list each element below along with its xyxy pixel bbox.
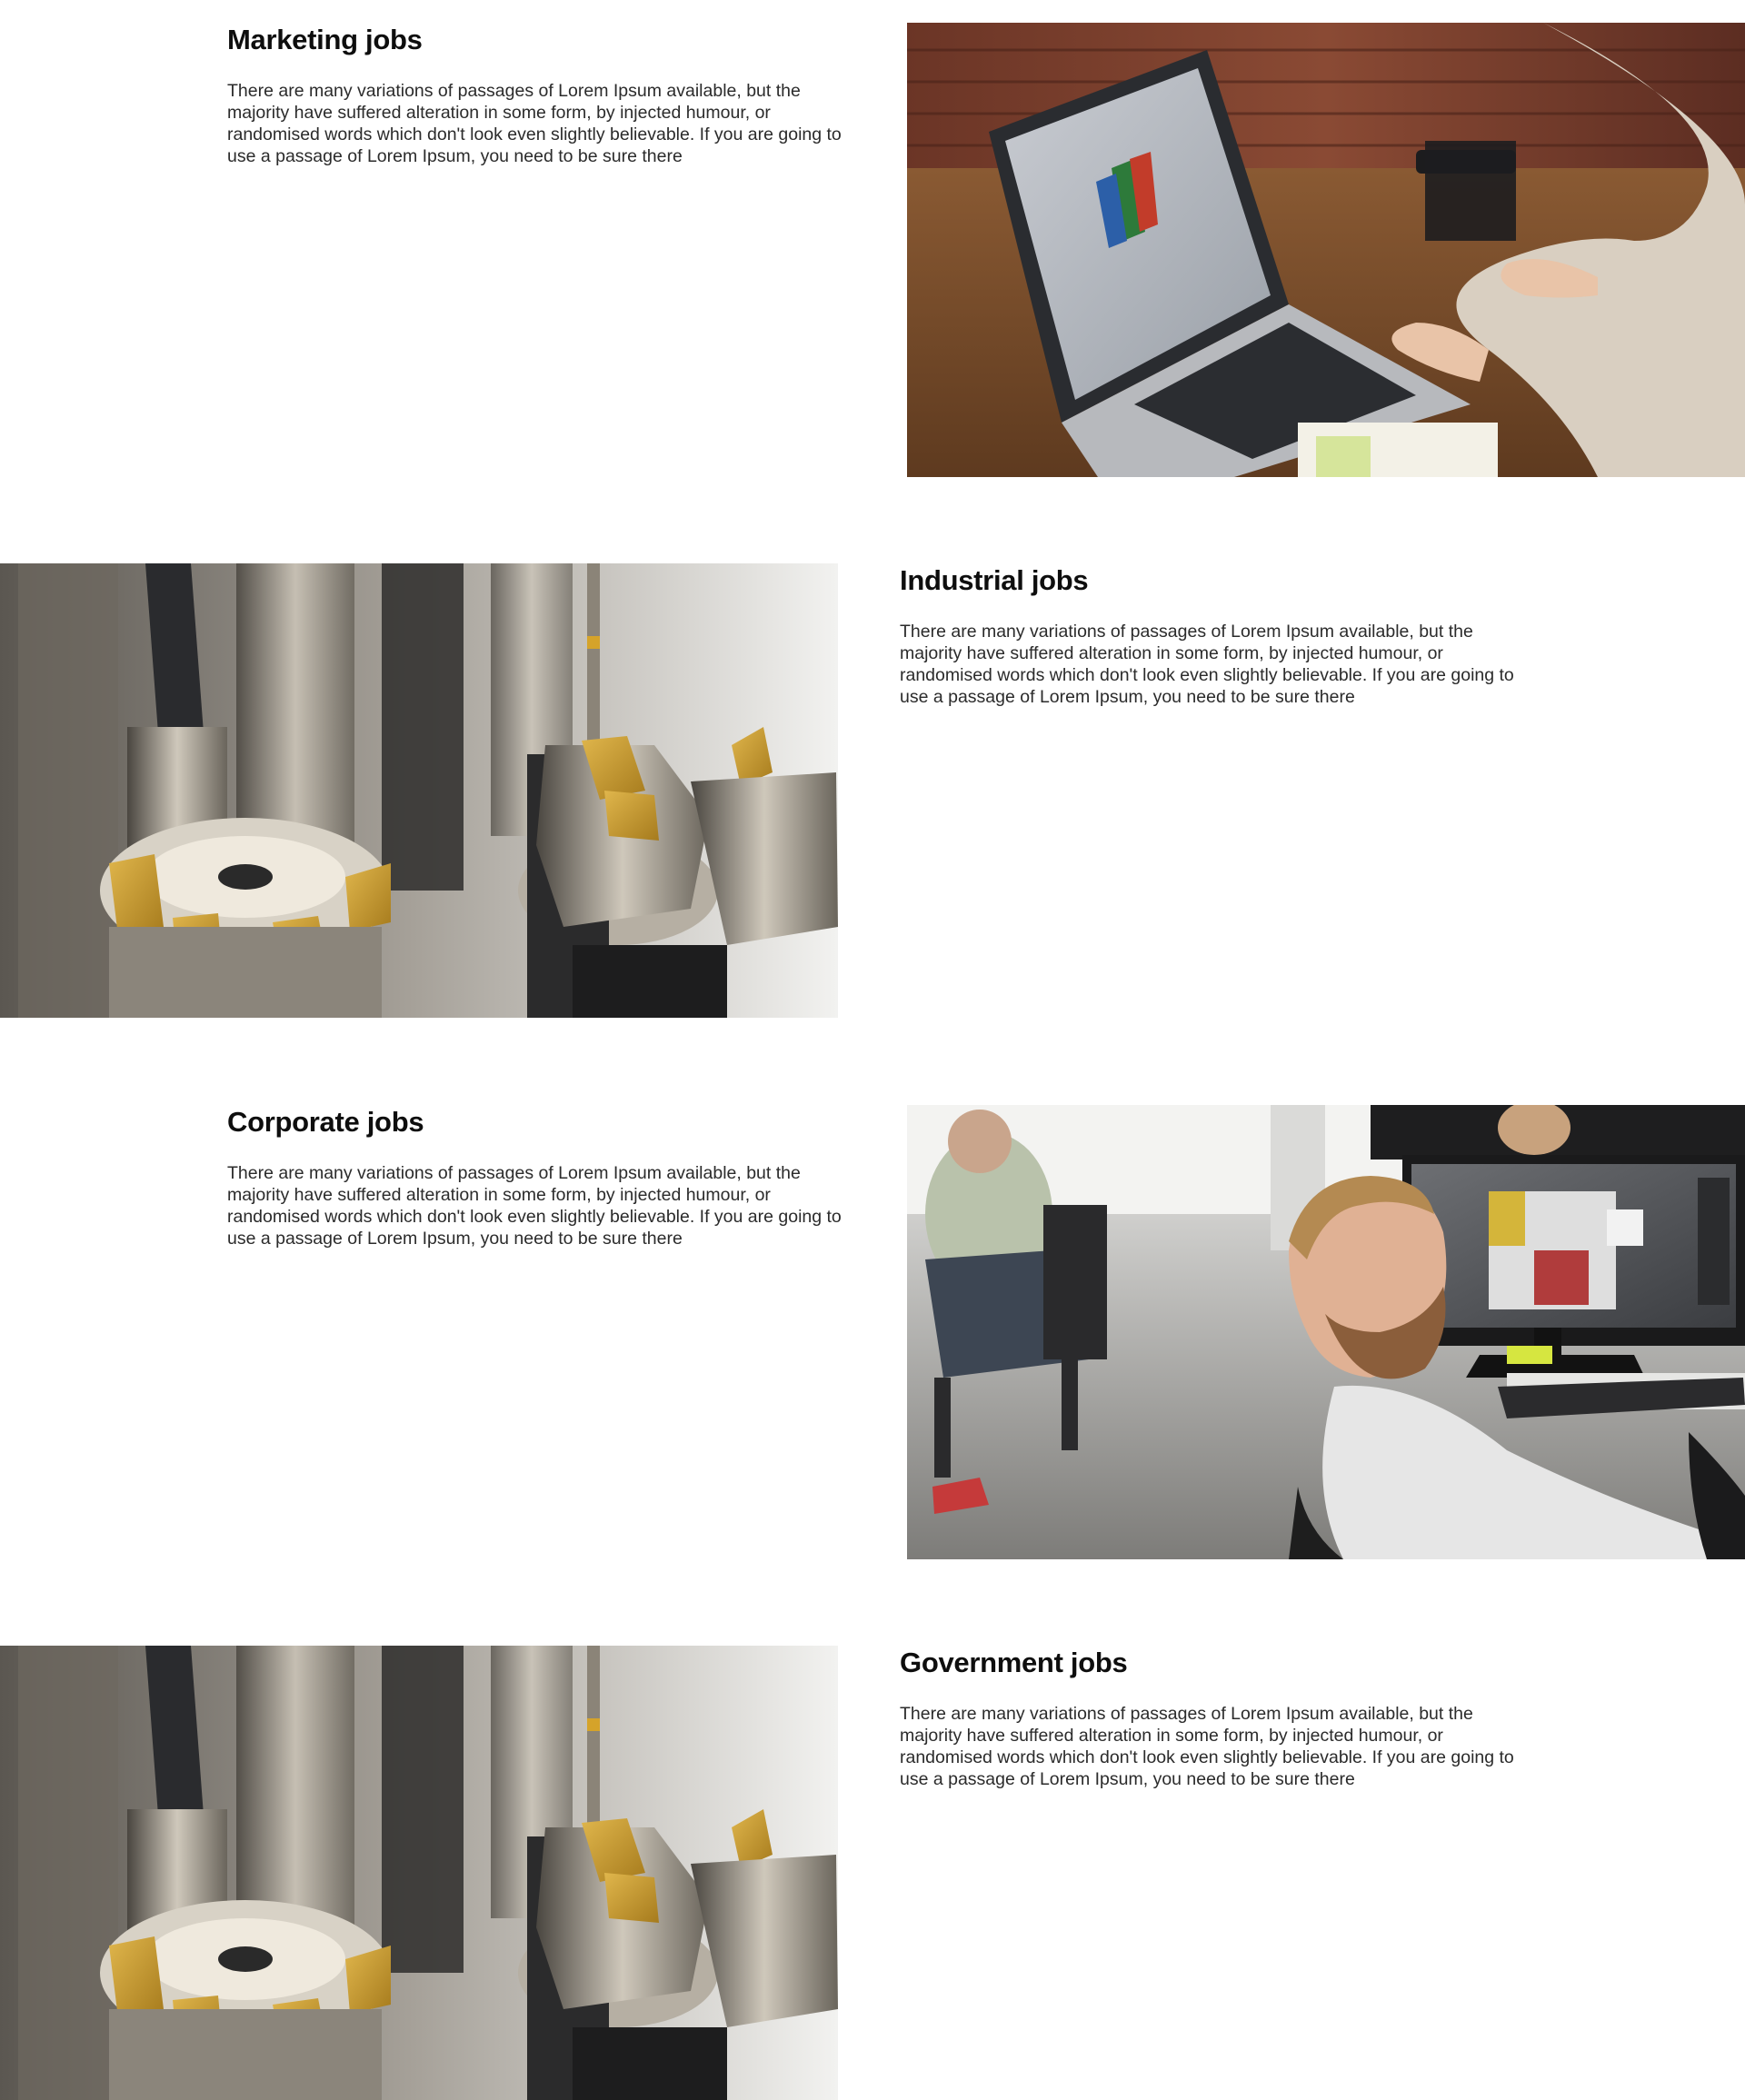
job-section-text: Government jobs There are many variation… [900,1646,1536,1790]
laptop-photo [907,23,1745,477]
job-section-industrial: Industrial jobs There are many variation… [0,563,1745,1018]
milling-tools-photo [0,563,838,1018]
section-heading: Marketing jobs [227,24,423,55]
section-description: There are many variations of passages of… [227,1163,842,1249]
section-heading: Industrial jobs [900,564,1089,596]
milling-tools-photo [0,1646,838,2100]
job-section-marketing: Marketing jobs There are many variations… [0,23,1745,477]
section-description: There are many variations of passages of… [900,1704,1514,1789]
section-description: There are many variations of passages of… [900,622,1514,707]
job-section-text: Industrial jobs There are many variation… [900,563,1536,708]
job-section-text: Marketing jobs There are many variations… [227,23,863,167]
job-section-text: Corporate jobs There are many variations… [227,1105,863,1249]
job-section-government: Government jobs There are many variation… [0,1646,1745,2100]
job-section-corporate: Corporate jobs There are many variations… [0,1105,1745,1559]
section-heading: Corporate jobs [227,1106,424,1138]
section-description: There are many variations of passages of… [227,81,842,166]
section-heading: Government jobs [900,1647,1128,1678]
office-worker-photo [907,1105,1745,1559]
